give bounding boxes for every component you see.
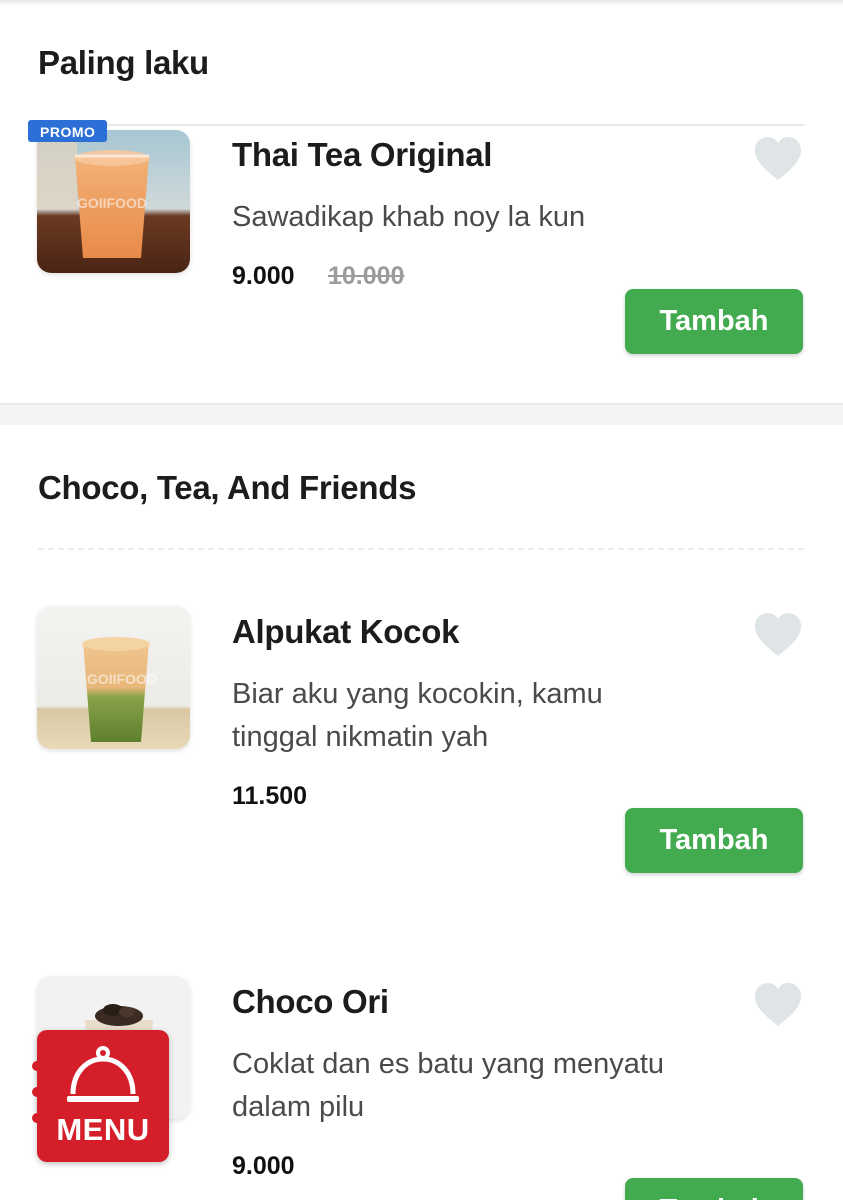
item-price: 9.000 bbox=[232, 262, 295, 290]
item-description: Sawadikap khab noy la kun bbox=[232, 201, 586, 233]
item-description: Biar aku yang kocokin, kamu tinggal nikm… bbox=[232, 673, 732, 759]
section-title-paling-laku: Paling laku bbox=[38, 44, 209, 81]
add-button[interactable]: Tambah bbox=[625, 1178, 803, 1200]
favorite-heart-icon[interactable] bbox=[753, 612, 803, 658]
section-separator bbox=[0, 403, 843, 425]
menu-button[interactable]: MENU bbox=[32, 1030, 169, 1162]
promo-badge: PROMO bbox=[28, 120, 108, 142]
top-shadow bbox=[0, 0, 843, 6]
image-watermark: GOIIFOOD bbox=[87, 671, 157, 687]
item-price: 11.500 bbox=[232, 782, 308, 810]
item-image-alpukat-kocok[interactable]: GOIIFOOD bbox=[37, 606, 190, 749]
item-description: Coklat dan es batu yang menyatu dalam pi… bbox=[232, 1043, 732, 1129]
item-image-thai-tea[interactable]: GOIIFOOD bbox=[37, 130, 190, 273]
item-name: Thai Tea Original bbox=[232, 136, 493, 173]
description-line: dalam pilu bbox=[232, 1091, 365, 1123]
section-title-choco-tea: Choco, Tea, And Friends bbox=[38, 469, 417, 506]
item-original-price: 10.000 bbox=[328, 262, 405, 290]
add-button[interactable]: Tambah bbox=[625, 808, 803, 873]
item-price: 9.000 bbox=[232, 1152, 295, 1180]
description-line: Coklat dan es batu yang menyatu bbox=[232, 1048, 665, 1080]
menu-item-thai-tea-original: GOIIFOOD PROMO Thai Tea Original Sawadik… bbox=[0, 120, 843, 388]
favorite-heart-icon[interactable] bbox=[753, 136, 803, 182]
item-name: Choco Ori bbox=[232, 983, 389, 1020]
description-line: Biar aku yang kocokin, kamu bbox=[232, 678, 603, 710]
item-name: Alpukat Kocok bbox=[232, 613, 460, 650]
cloche-icon bbox=[67, 1046, 139, 1102]
menu-button-label: MENU bbox=[56, 1112, 150, 1147]
section-divider bbox=[38, 124, 804, 126]
image-watermark: GOIIFOOD bbox=[77, 195, 147, 211]
description-line: tinggal nikmatin yah bbox=[232, 721, 489, 753]
section-divider bbox=[38, 548, 804, 550]
add-button[interactable]: Tambah bbox=[625, 289, 803, 354]
favorite-heart-icon[interactable] bbox=[753, 982, 803, 1028]
menu-item-alpukat-kocok: GOIIFOOD Alpukat Kocok Biar aku yang koc… bbox=[0, 605, 843, 885]
